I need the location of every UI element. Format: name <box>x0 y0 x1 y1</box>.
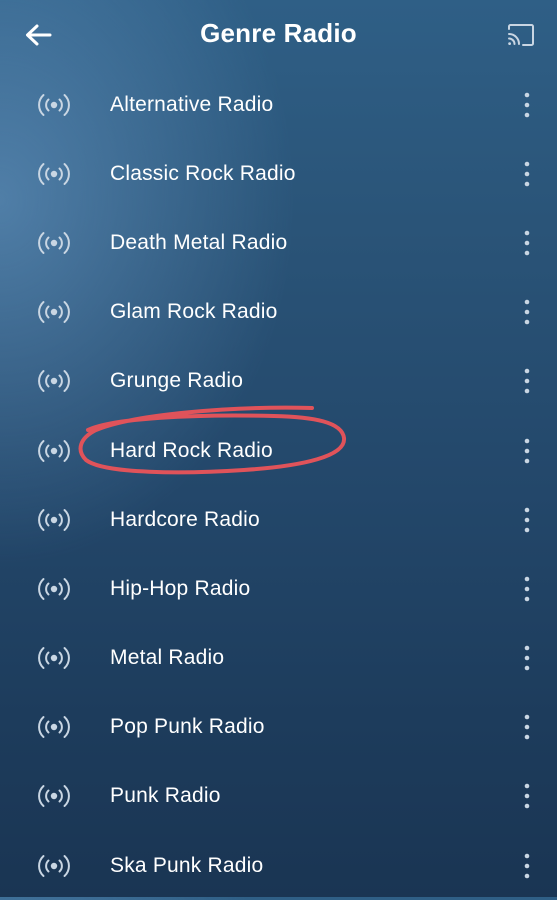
station-row[interactable]: Hip-Hop Radio <box>0 554 557 623</box>
page-title: Genre Radio <box>200 18 357 48</box>
station-label: Glam Rock Radio <box>110 300 278 324</box>
more-vert-icon <box>524 161 530 187</box>
radio-broadcast-icon <box>38 716 70 739</box>
more-options-button[interactable] <box>515 502 539 538</box>
station-row[interactable]: Hardcore Radio <box>0 485 557 554</box>
more-options-button[interactable] <box>515 294 539 330</box>
radio-broadcast-icon <box>38 93 70 116</box>
station-row[interactable]: Alternative Radio <box>0 70 557 139</box>
radio-broadcast-icon <box>38 854 70 877</box>
more-options-button[interactable] <box>515 225 539 261</box>
more-options-button[interactable] <box>515 87 539 123</box>
station-label: Metal Radio <box>110 646 225 670</box>
more-vert-icon <box>524 230 530 256</box>
station-label: Hip-Hop Radio <box>110 576 251 600</box>
station-label: Grunge Radio <box>110 369 244 393</box>
station-label: Pop Punk Radio <box>110 715 265 739</box>
more-options-button[interactable] <box>515 778 539 814</box>
radio-broadcast-icon <box>38 508 70 531</box>
more-vert-icon <box>524 507 530 533</box>
more-vert-icon <box>524 299 530 325</box>
station-label: Hard Rock Radio <box>110 438 273 462</box>
more-vert-icon <box>524 714 530 740</box>
radio-broadcast-icon <box>38 370 70 393</box>
station-label: Ska Punk Radio <box>110 853 264 877</box>
more-options-button[interactable] <box>515 640 539 676</box>
more-vert-icon <box>524 438 530 463</box>
more-options-button[interactable] <box>515 848 539 884</box>
more-vert-icon <box>524 784 530 809</box>
radio-broadcast-icon <box>38 162 70 185</box>
station-label: Alternative Radio <box>110 92 274 116</box>
radio-broadcast-icon <box>38 647 70 670</box>
genre-radio-screen: Genre Radio Alternative Radio Classic Ro… <box>0 0 557 897</box>
station-row[interactable]: Classic Rock Radio <box>0 139 557 208</box>
more-options-button[interactable] <box>515 156 539 192</box>
station-row[interactable]: Punk Radio <box>0 762 557 831</box>
cast-icon <box>508 24 534 46</box>
more-vert-icon <box>524 369 530 394</box>
station-row[interactable]: Metal Radio <box>0 624 557 693</box>
more-vert-icon <box>524 853 530 878</box>
radio-broadcast-icon <box>38 785 70 808</box>
station-list: Alternative Radio Classic Rock Radio Dea… <box>0 70 557 897</box>
cast-button[interactable] <box>497 14 545 56</box>
station-label: Death Metal Radio <box>110 230 288 254</box>
more-vert-icon <box>524 92 530 117</box>
more-options-button[interactable] <box>515 363 539 399</box>
radio-broadcast-icon <box>38 301 70 324</box>
more-options-button[interactable] <box>515 709 539 745</box>
more-vert-icon <box>524 576 530 602</box>
station-row[interactable]: Ska Punk Radio <box>0 831 557 900</box>
station-row[interactable]: Pop Punk Radio <box>0 693 557 762</box>
more-options-button[interactable] <box>515 433 539 469</box>
radio-broadcast-icon <box>38 577 70 600</box>
station-row[interactable]: Glam Rock Radio <box>0 278 557 347</box>
top-app-bar: Genre Radio <box>0 0 557 70</box>
radio-broadcast-icon <box>38 439 70 462</box>
station-row[interactable]: Death Metal Radio <box>0 208 557 277</box>
station-row[interactable]: Hard Rock Radio <box>0 405 557 485</box>
station-row[interactable]: Grunge Radio <box>0 347 557 416</box>
station-label: Hardcore Radio <box>110 507 260 531</box>
more-options-button[interactable] <box>515 571 539 607</box>
radio-broadcast-icon <box>38 231 70 254</box>
station-label: Classic Rock Radio <box>110 161 296 185</box>
more-vert-icon <box>524 645 530 671</box>
station-label: Punk Radio <box>110 784 221 808</box>
